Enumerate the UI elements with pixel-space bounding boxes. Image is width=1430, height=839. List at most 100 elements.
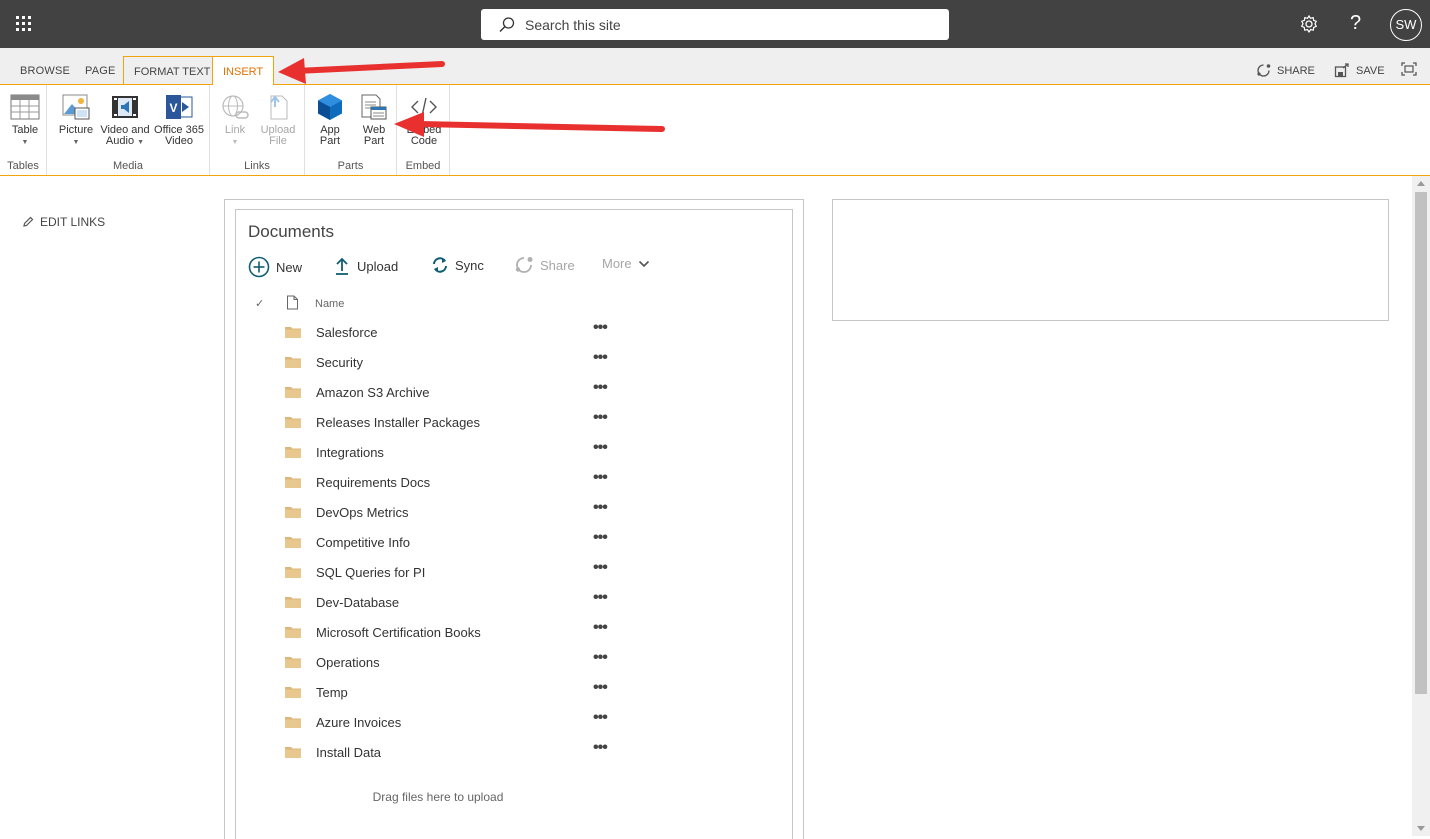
link-icon [222, 95, 249, 119]
ellipsis-menu-icon[interactable]: ••• [593, 709, 608, 727]
table-row[interactable]: Requirements Docs ••• [236, 467, 792, 497]
tab-insert[interactable]: INSERT [212, 56, 275, 86]
folder-name[interactable]: SQL Queries for PI [316, 565, 425, 580]
ellipsis-menu-icon[interactable]: ••• [593, 439, 608, 457]
folder-icon [285, 507, 301, 518]
video-audio-button[interactable]: Video and Audio ▼ [99, 93, 151, 148]
gear-icon[interactable] [1299, 14, 1319, 34]
ellipsis-menu-icon[interactable]: ••• [593, 409, 608, 427]
folder-name[interactable]: Operations [316, 655, 380, 670]
scroll-up-arrow[interactable] [1417, 181, 1425, 186]
table-row[interactable]: Releases Installer Packages ••• [236, 407, 792, 437]
column-header-name[interactable]: Name [315, 298, 344, 310]
new-label: New [276, 259, 303, 275]
table-row[interactable]: Microsoft Certification Books ••• [236, 617, 792, 647]
ellipsis-menu-icon[interactable]: ••• [593, 349, 608, 367]
search-input[interactable]: Search this site [481, 9, 949, 40]
folder-name[interactable]: Releases Installer Packages [316, 415, 480, 430]
folder-icon [285, 717, 301, 728]
upload-command[interactable]: Upload [333, 256, 398, 276]
app-part-button[interactable]: App Part [313, 93, 347, 147]
vertical-scrollbar[interactable] [1412, 176, 1430, 836]
folder-name[interactable]: Salesforce [316, 325, 377, 340]
upload-label: Upload [357, 258, 399, 274]
svg-text:V: V [169, 101, 177, 115]
media-group: Picture ▼ Video and Audio ▼ V Office 365… [47, 85, 210, 175]
table-row[interactable]: Competitive Info ••• [236, 527, 792, 557]
share-command[interactable]: Share [514, 256, 575, 274]
share-doc-label: Share [540, 257, 575, 273]
table-row[interactable]: Temp ••• [236, 677, 792, 707]
pencil-icon [23, 216, 34, 227]
documents-title[interactable]: Documents [248, 222, 334, 242]
folder-name[interactable]: Microsoft Certification Books [316, 625, 481, 640]
documents-web-part: Documents New Upload Sync Share More ✓ N… [235, 209, 793, 839]
folder-name[interactable]: Azure Invoices [316, 715, 401, 730]
folder-name[interactable]: Competitive Info [316, 535, 410, 550]
ellipsis-menu-icon[interactable]: ••• [593, 679, 608, 697]
table-row[interactable]: Amazon S3 Archive ••• [236, 377, 792, 407]
table-row[interactable]: Security ••• [236, 347, 792, 377]
new-command[interactable]: New [248, 256, 302, 278]
more-command[interactable]: More [602, 256, 650, 271]
link-label: Link [224, 124, 246, 136]
table-row[interactable]: Install Data ••• [236, 737, 792, 767]
ellipsis-menu-icon[interactable]: ••• [593, 739, 608, 757]
focus-icon[interactable] [1401, 62, 1417, 76]
sync-command[interactable]: Sync [431, 256, 484, 274]
table-label: Table [11, 124, 39, 136]
share-button[interactable]: SHARE [1256, 63, 1315, 78]
ellipsis-menu-icon[interactable]: ••• [593, 589, 608, 607]
ellipsis-menu-icon[interactable]: ••• [593, 379, 608, 397]
folder-name[interactable]: Integrations [316, 445, 384, 460]
ellipsis-menu-icon[interactable]: ••• [593, 469, 608, 487]
table-row[interactable]: Integrations ••• [236, 437, 792, 467]
save-button[interactable]: SAVE [1334, 63, 1385, 78]
parts-group: App Part Web Part Parts [305, 85, 397, 175]
tab-format-text[interactable]: FORMAT TEXT [123, 56, 222, 85]
ellipsis-menu-icon[interactable]: ••• [593, 319, 608, 337]
web-part-zone-right[interactable] [832, 199, 1389, 321]
ellipsis-menu-icon[interactable]: ••• [593, 619, 608, 637]
scroll-down-arrow[interactable] [1417, 826, 1425, 831]
folder-name[interactable]: Requirements Docs [316, 475, 430, 490]
waffle-icon[interactable] [14, 14, 34, 34]
embed-code-button[interactable]: Embed Code [405, 93, 443, 147]
folder-name[interactable]: Dev-Database [316, 595, 399, 610]
ellipsis-menu-icon[interactable]: ••• [593, 499, 608, 517]
upload-file-button[interactable]: Upload File [258, 93, 298, 147]
table-row[interactable]: Azure Invoices ••• [236, 707, 792, 737]
table-row[interactable]: Operations ••• [236, 647, 792, 677]
table-row[interactable]: DevOps Metrics ••• [236, 497, 792, 527]
help-icon[interactable]: ? [1350, 12, 1361, 35]
folder-name[interactable]: DevOps Metrics [316, 505, 408, 520]
embed-group-label: Embed [405, 160, 441, 172]
upload-file-icon [270, 95, 288, 120]
folder-name[interactable]: Install Data [316, 745, 381, 760]
avatar[interactable]: SW [1390, 9, 1422, 41]
ellipsis-menu-icon[interactable]: ••• [593, 559, 608, 577]
tab-page[interactable]: PAGE [85, 65, 116, 77]
web-part-button[interactable]: Web Part [357, 93, 391, 147]
folder-name[interactable]: Amazon S3 Archive [316, 385, 429, 400]
scrollbar-thumb[interactable] [1415, 192, 1427, 694]
folder-name[interactable]: Security [316, 355, 363, 370]
edit-links-button[interactable]: EDIT LINKS [22, 215, 105, 229]
table-button[interactable]: Table ▼ [8, 93, 42, 148]
app-part-label-2: Part [319, 135, 341, 147]
tab-browse[interactable]: BROWSE [20, 65, 70, 77]
picture-button[interactable]: Picture ▼ [56, 93, 96, 148]
select-all-check[interactable]: ✓ [255, 297, 264, 310]
drag-drop-hint: Drag files here to upload [372, 790, 504, 804]
ribbon: Table ▼ Tables Picture ▼ Video and Audio… [0, 85, 1430, 176]
table-row[interactable]: Salesforce ••• [236, 317, 792, 347]
parts-group-label: Parts [337, 160, 364, 172]
office365-video-button[interactable]: V Office 365 Video [153, 93, 205, 147]
table-row[interactable]: Dev-Database ••• [236, 587, 792, 617]
table-row[interactable]: SQL Queries for PI ••• [236, 557, 792, 587]
ellipsis-menu-icon[interactable]: ••• [593, 529, 608, 547]
ellipsis-menu-icon[interactable]: ••• [593, 649, 608, 667]
link-button[interactable]: Link ▼ [218, 93, 252, 148]
web-part-label-2: Part [363, 135, 385, 147]
folder-name[interactable]: Temp [316, 685, 348, 700]
